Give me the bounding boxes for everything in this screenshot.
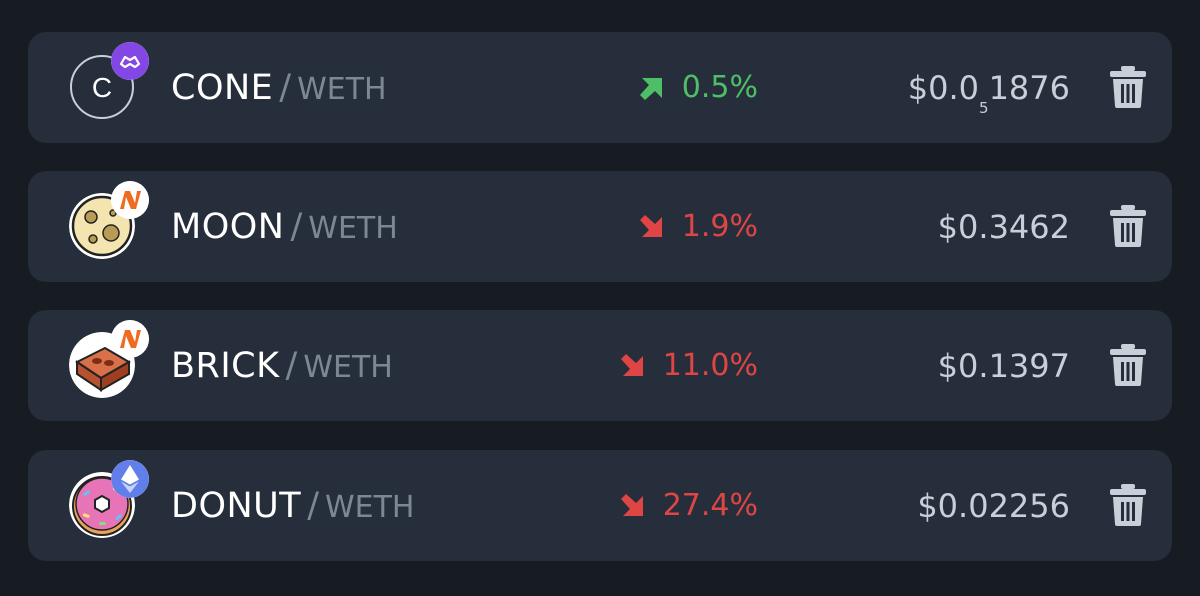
pair-separator: /	[290, 207, 303, 247]
price-change-value: 0.5%	[681, 70, 758, 105]
ethereum-icon	[111, 460, 149, 498]
price-change-value: 27.4%	[662, 488, 758, 523]
quote-symbol: WETH	[303, 350, 393, 385]
pair-separator: /	[307, 486, 319, 526]
token-price: $0.1397	[938, 342, 1070, 390]
arrow-down-right-icon	[620, 354, 643, 376]
pair-label: MOON / WETH	[171, 203, 398, 251]
price-change: 0.5%	[639, 64, 758, 112]
price-suffix: 1876	[988, 69, 1070, 107]
price-prefix: $0.02256	[917, 487, 1070, 525]
moon-token-icon	[69, 181, 149, 259]
watchlist: C CONE / WETH 0.5% $0.051876 MOON / WETH…	[0, 0, 1200, 596]
token-symbol: CONE	[171, 68, 274, 108]
trash-icon[interactable]	[1110, 205, 1146, 247]
price-change: 1.9%	[639, 203, 758, 251]
watchlist-row-donut[interactable]: DONUT / WETH 27.4% $0.02256	[28, 450, 1172, 561]
price-change: 11.0%	[620, 342, 758, 390]
token-price: $0.3462	[938, 203, 1070, 251]
cone-token-icon: C	[69, 42, 149, 120]
price-change: 27.4%	[620, 482, 758, 530]
token-symbol: BRICK	[171, 346, 280, 386]
quote-symbol: WETH	[308, 211, 398, 246]
price-prefix: $0.0	[907, 69, 980, 107]
price-prefix: $0.1397	[937, 347, 1070, 385]
trash-icon[interactable]	[1110, 484, 1146, 526]
trash-icon[interactable]	[1110, 66, 1146, 108]
arrow-down-right-icon	[620, 494, 643, 516]
watchlist-row-moon[interactable]: MOON / WETH 1.9% $0.3462	[28, 171, 1172, 282]
svg-text:C: C	[92, 72, 112, 103]
watchlist-row-brick[interactable]: BRICK / WETH 11.0% $0.1397	[28, 310, 1172, 421]
pair-label: DONUT / WETH	[171, 482, 415, 530]
watchlist-row-cone[interactable]: C CONE / WETH 0.5% $0.051876	[28, 32, 1172, 143]
arrow-up-right-icon	[639, 78, 662, 100]
price-change-value: 1.9%	[681, 209, 758, 244]
pair-label: BRICK / WETH	[171, 342, 393, 390]
price-zero-count: 5	[979, 99, 989, 117]
polygon-icon	[111, 42, 149, 80]
pair-separator: /	[279, 68, 292, 108]
token-price: $0.02256	[917, 482, 1070, 530]
token-symbol: MOON	[171, 207, 285, 247]
price-prefix: $0.3462	[937, 208, 1070, 246]
donut-token-icon	[69, 460, 149, 538]
arbitrum-nova-icon	[111, 320, 149, 358]
price-change-value: 11.0%	[662, 348, 758, 383]
quote-symbol: WETH	[297, 72, 387, 107]
token-symbol: DONUT	[171, 486, 302, 526]
arrow-down-right-icon	[639, 215, 662, 237]
pair-label: CONE / WETH	[171, 64, 387, 112]
quote-symbol: WETH	[324, 490, 415, 525]
token-price: $0.051876	[907, 64, 1070, 116]
brick-token-icon	[69, 320, 149, 398]
trash-icon[interactable]	[1110, 344, 1146, 386]
arbitrum-nova-icon	[111, 181, 149, 219]
pair-separator: /	[285, 346, 298, 386]
